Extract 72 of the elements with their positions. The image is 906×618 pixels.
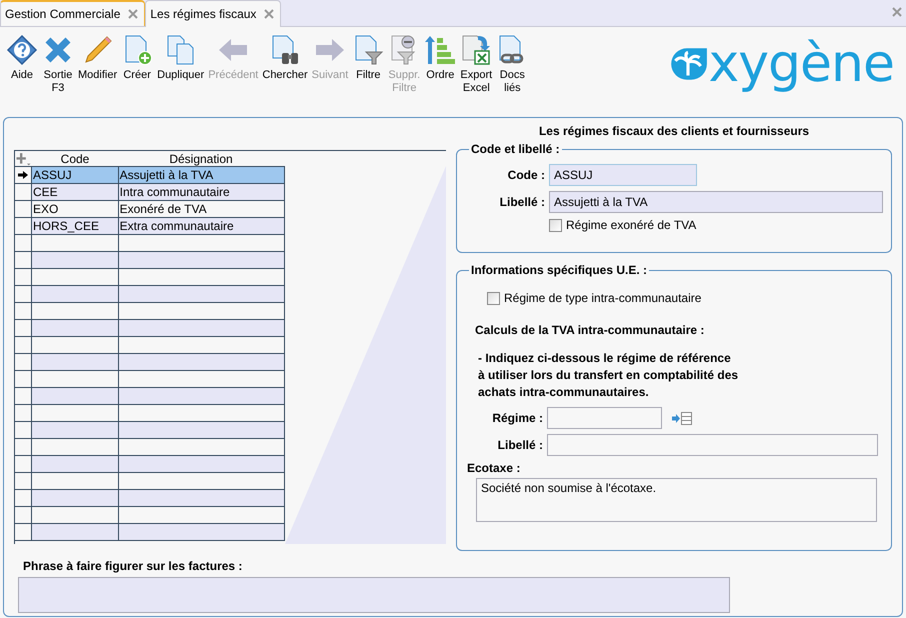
column-header[interactable]: Code [32,152,118,166]
toolbar-button[interactable]: Modifier [76,34,120,82]
table-cell: Exonéré de TVA [118,201,285,217]
close-icon[interactable] [128,9,138,19]
toolbar-button[interactable]: Créer [119,34,156,82]
sort-icon [424,34,456,66]
empty-table-row[interactable] [15,354,285,371]
add-column-icon[interactable] [15,152,32,166]
regime-field[interactable] [547,407,662,429]
libelle-field[interactable] [547,434,878,456]
libelle-field[interactable]: Assujetti à la TVA [549,191,883,213]
table-row[interactable]: CEE Intra communautaire [15,184,285,201]
invoice-phrase-field[interactable] [18,577,730,613]
empty-table-row[interactable] [15,422,285,439]
toolbar-button[interactable]: Filtre [350,34,386,82]
empty-table-row[interactable] [15,337,285,354]
table-cell: Extra communautaire [118,218,285,234]
form-title: Les régimes fiscaux des clients et fournisseurs [538,124,810,138]
toolbar-button[interactable]: Dupliquer [155,34,206,82]
table-cell: Intra communautaire [118,184,285,200]
empty-table-row[interactable] [15,439,285,456]
section-legend: Informations spécifiques U.E. : [469,263,650,277]
help-icon [6,34,38,66]
toolbar-button[interactable]: Ordre [422,34,458,82]
empty-table-row[interactable] [15,405,285,422]
field-label: Libellé : [498,195,546,209]
logo-text: xygène [708,36,894,92]
table-cell: CEE [32,184,119,200]
empty-table-row[interactable] [15,371,285,388]
field-label: Régime : [491,411,544,425]
empty-table-row[interactable] [15,473,285,490]
table-cell: EXO [32,201,119,217]
table-row[interactable]: ASSUJ Assujetti à la TVA [15,167,285,184]
checkbox[interactable]: Régime de type intra-communautaire [487,291,702,305]
empty-table-row[interactable] [15,303,285,320]
close-icon[interactable] [264,9,274,19]
table-row[interactable]: HORS_CEE Extra communautaire [15,218,285,235]
current-row-arrow-icon [18,170,28,180]
spreadsheet-export-icon [460,34,492,66]
tab[interactable]: Les régimes fiscaux [145,0,282,27]
toolbar-button[interactable]: Export Excel [458,34,494,95]
table-row[interactable]: EXO Exonéré de TVA [15,201,285,218]
table-cell: ASSUJ [32,167,119,183]
toolbar-button[interactable]: Aide [4,34,40,82]
table-cell: HORS_CEE [32,218,119,234]
toolbar-button[interactable]: Chercher [260,34,310,82]
empty-table-row[interactable] [15,286,285,303]
empty-table-row[interactable] [15,388,285,405]
empty-table-row[interactable] [15,507,285,524]
code-field[interactable]: ASSUJ [549,164,697,186]
table-cell: Assujetti à la TVA [118,167,285,183]
lookup-list-icon[interactable] [672,412,692,424]
empty-table-row[interactable] [15,320,285,337]
column-header[interactable]: Désignation [118,152,284,166]
field-label: Code : [506,168,546,182]
checkbox[interactable]: Régime exonéré de TVA [549,218,696,232]
field-label: Libellé : [496,438,544,452]
field-label: Phrase à faire figurer sur les factures : [23,559,244,573]
empty-table-row[interactable] [15,269,285,286]
empty-table-row[interactable] [15,235,285,252]
section-heading: Calculs de la TVA intra-communautaire : [475,323,706,337]
empty-table-row[interactable] [15,456,285,473]
empty-table-row[interactable] [15,524,285,541]
tab[interactable]: Gestion Commerciale [0,0,146,26]
empty-table-row[interactable] [15,490,285,507]
toolbar-button[interactable]: Docs liés [494,34,530,95]
ecotaxe-field[interactable]: Société non soumise à l'écotaxe. [476,478,877,522]
empty-table-row[interactable] [15,252,285,269]
section-legend: Code et libellé : [469,142,562,156]
instructions-text: - Indiquez ci-dessous le régime de référence à utiliser lors du transfert en comptabilité des achats intra-communautaires. [478,350,740,401]
field-label: Ecotaxe : [467,461,522,475]
toolbar-button[interactable]: Sortie F3 [40,34,76,95]
